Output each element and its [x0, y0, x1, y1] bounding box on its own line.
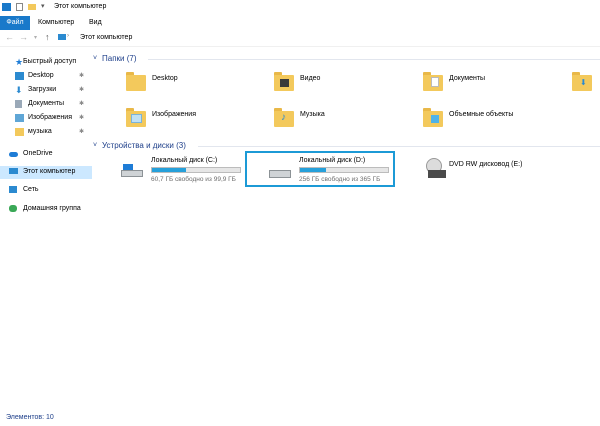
downloads-folder-icon: ⬇: [572, 72, 592, 91]
network-icon: [9, 186, 17, 193]
title-bar: ▾ Этот компьютер: [0, 0, 600, 15]
sidebar-item-homegroup[interactable]: Домашняя группа: [0, 203, 92, 215]
window-title: Этот компьютер: [54, 3, 107, 10]
drive-usage-bar: [299, 167, 389, 173]
cloud-icon: [9, 152, 18, 157]
sidebar-item-network[interactable]: Сеть: [0, 184, 92, 196]
drive-usage-bar: [151, 167, 241, 173]
download-icon: ⬇: [15, 85, 23, 95]
drive-name: Локальный диск (C:): [151, 157, 218, 164]
sidebar-item-label: Desktop: [28, 72, 54, 79]
sidebar-item-label: Загрузки: [28, 86, 57, 93]
sidebar-item-music-folder[interactable]: музыка ✱: [0, 126, 92, 138]
up-arrow-icon[interactable]: ↑: [45, 32, 50, 42]
video-folder-icon: [274, 72, 294, 91]
qat-dropdown-icon[interactable]: ▾: [41, 2, 45, 10]
folder-label: Музыка: [300, 111, 325, 118]
navigation-pane: ★ Быстрый доступ Desktop ✱ ⬇ Загрузки ✱ …: [0, 50, 92, 408]
ribbon-tabs: Файл Компьютер Вид: [0, 15, 600, 31]
sidebar-item-label: музыка: [28, 128, 52, 135]
drive-free-space: 60,7 ГБ свободно из 99,9 ГБ: [151, 176, 236, 183]
sidebar-item-desktop[interactable]: Desktop ✱: [0, 70, 92, 82]
tab-view[interactable]: Вид: [89, 16, 102, 29]
chevron-down-icon[interactable]: ˅: [93, 142, 97, 149]
chevron-right-icon[interactable]: ›: [67, 33, 69, 39]
desktop-icon: [15, 72, 24, 80]
back-arrow-icon[interactable]: ←: [5, 32, 14, 42]
homegroup-icon: [9, 205, 17, 212]
sidebar-item-label: Документы: [28, 100, 65, 107]
sidebar-item-quick-access[interactable]: ★ Быстрый доступ: [0, 56, 92, 68]
folder-label: Desktop: [152, 75, 178, 82]
address-path[interactable]: Этот компьютер: [80, 34, 132, 41]
pin-icon[interactable]: ✱: [79, 84, 84, 96]
folder-label: Документы: [449, 75, 486, 82]
pictures-icon: [15, 114, 24, 122]
window-icon: [2, 3, 11, 11]
sidebar-item-documents[interactable]: Документы ✱: [0, 98, 92, 110]
sidebar-item-label: Быстрый доступ: [23, 58, 77, 65]
tab-file[interactable]: Файл: [0, 16, 30, 30]
sidebar-item-label: Изображения: [28, 114, 72, 121]
sidebar-item-downloads[interactable]: ⬇ Загрузки ✱: [0, 84, 92, 96]
divider: [148, 59, 600, 60]
tab-computer[interactable]: Компьютер: [38, 16, 74, 29]
computer-icon: [58, 34, 66, 40]
music-folder-icon: ♪: [274, 108, 294, 127]
folder-label: Видео: [300, 75, 321, 82]
sidebar-item-pictures[interactable]: Изображения ✱: [0, 112, 92, 124]
forward-arrow-icon[interactable]: →: [19, 32, 28, 42]
pictures-folder-icon: [126, 108, 146, 127]
drive-name: Локальный диск (D:): [299, 157, 366, 164]
system-drive-icon: [121, 164, 143, 177]
sidebar-item-label: Домашняя группа: [23, 205, 81, 212]
new-folder-icon[interactable]: [28, 4, 36, 10]
folder-icon: [126, 72, 146, 91]
properties-icon[interactable]: [16, 3, 23, 11]
pin-icon[interactable]: ✱: [79, 112, 84, 124]
sidebar-item-label: Этот компьютер: [23, 168, 76, 175]
folder-label: Изображения: [152, 111, 196, 118]
sidebar-item-this-pc[interactable]: Этот компьютер: [0, 166, 92, 179]
documents-folder-icon: [423, 72, 443, 91]
status-item-count: Элементов: 10: [6, 414, 54, 421]
dvd-drive-icon: [424, 158, 446, 178]
drive-name: DVD RW дисковод (E:): [449, 161, 523, 168]
devices-section-header[interactable]: Устройства и диски (3): [102, 141, 186, 150]
folder-label: Объемные объекты: [449, 111, 514, 118]
folders-section-header[interactable]: Папки (7): [102, 54, 137, 63]
drive-free-space: 256 ГБ свободно из 365 ГБ: [299, 176, 381, 183]
sidebar-item-label: Сеть: [23, 186, 39, 193]
computer-icon: [9, 168, 18, 174]
chevron-down-icon[interactable]: ˅: [93, 55, 97, 62]
sidebar-item-onedrive[interactable]: OneDrive: [0, 148, 92, 160]
folder-icon: [15, 128, 24, 136]
divider: [198, 146, 600, 147]
pin-icon[interactable]: ✱: [79, 98, 84, 110]
documents-icon: [15, 100, 22, 108]
3d-objects-folder-icon: [423, 108, 443, 127]
recent-dropdown-icon[interactable]: ▾: [34, 34, 37, 41]
sidebar-item-label: OneDrive: [23, 150, 53, 157]
pin-icon[interactable]: ✱: [79, 126, 84, 138]
pin-icon[interactable]: ✱: [79, 70, 84, 82]
address-bar: ← → ▾ ↑ › Этот компьютер: [0, 30, 600, 47]
hard-drive-icon: [269, 168, 291, 180]
